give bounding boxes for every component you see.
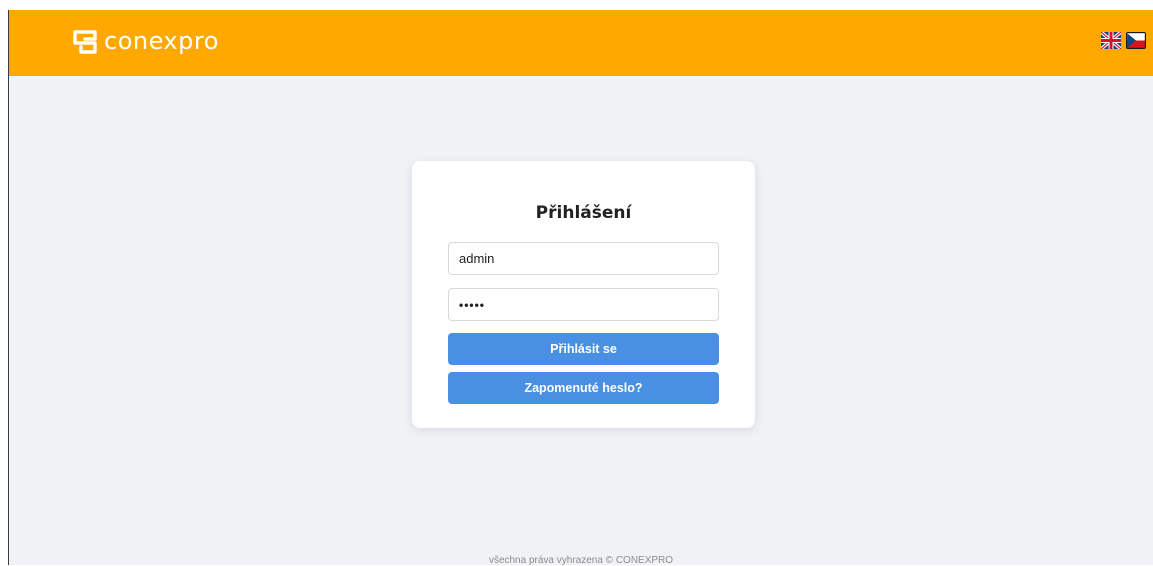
login-title: Přihlášení [535,203,632,223]
conexpro-logo-icon [73,30,97,54]
login-card: Přihlášení admin ••••• Přihlásit se Zapo… [412,161,755,428]
brand-logo[interactable]: conexpro [72,25,219,59]
password-input[interactable]: ••••• [448,288,719,321]
cz-flag-icon[interactable] [1126,32,1146,49]
top-bar: conexpro [9,10,1153,76]
forgot-password-button[interactable]: Zapomenuté heslo? [448,372,719,404]
footer-copyright: všechna práva vyhrazena © CONEXPRO [488,555,674,566]
brand-name: conexpro [104,27,219,55]
login-button[interactable]: Přihlásit se [448,333,719,365]
uk-flag-icon[interactable] [1101,32,1121,49]
app-frame: conexpro Přihlášení admin ••••• Přihlási… [8,10,1153,566]
language-switcher [1101,32,1146,49]
username-input[interactable]: admin [448,242,719,275]
